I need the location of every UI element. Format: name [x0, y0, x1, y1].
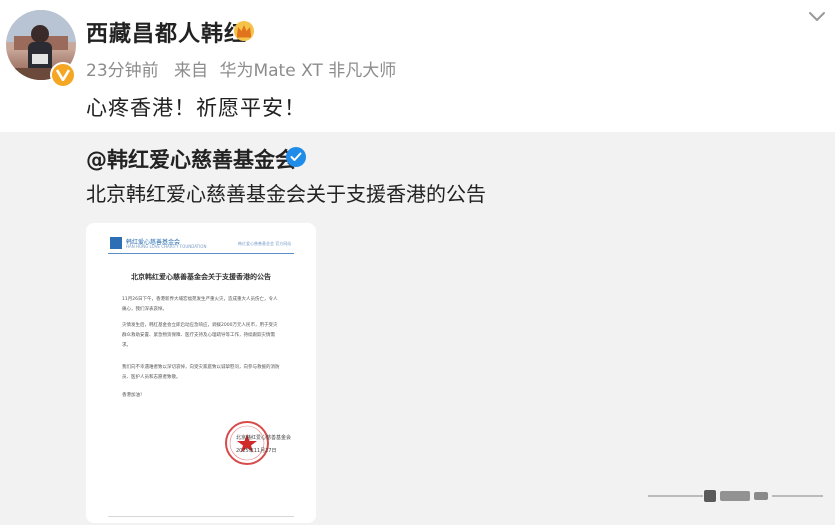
repost-text: 北京韩红爱心慈善基金会关于支援香港的公告: [86, 182, 486, 206]
announcement-image[interactable]: 韩红爱心慈善基金会 HAN HONG LOVE CHARITY FOUNDATI…: [86, 223, 316, 523]
foundation-logo-icon: [110, 237, 122, 249]
doc-footer-divider: [108, 516, 294, 517]
verified-badge-icon: [50, 62, 76, 88]
doc-paragraph-3: 我们向不幸遇难者致以深切哀悼，向受灾家庭致以诚挚慰问，向参与救援的消防员、医护人…: [122, 365, 280, 380]
doc-title: 北京韩红爱心慈善基金会关于支援香港的公告: [131, 273, 271, 281]
repost-author[interactable]: @韩红爱心慈善基金会: [86, 144, 296, 174]
doc-paragraph-1: 11月26日下午，香港新界大埔宏福苑发生严重火灾，造成重大人员伤亡，令人痛心，我…: [122, 297, 278, 312]
doc-header-divider: [108, 253, 294, 254]
post-text: 心疼香港！祈愿平安！: [86, 96, 306, 120]
doc-header-right: 韩红爱心慈善基金会 官方网站: [238, 241, 292, 246]
username[interactable]: 西藏昌都人韩红: [86, 16, 247, 48]
post-header: 西藏昌都人韩红 23分钟前 来自 华为Mate XT 非凡大师 心疼香港！祈愿平…: [0, 0, 835, 132]
doc-signature: 北京韩红爱心慈善基金会: [236, 435, 292, 441]
doc-date: 2025年11月27日: [236, 448, 277, 454]
doc-paragraph-4: 香港加油！: [122, 393, 145, 398]
chevron-down-icon[interactable]: [806, 8, 828, 26]
repost-card[interactable]: @韩红爱心慈善基金会 北京韩红爱心慈善基金会关于支援香港的公告 韩红爱心慈善基金…: [0, 132, 835, 525]
watermark-graphic: [648, 490, 823, 502]
post-time: 23分钟前: [86, 61, 159, 81]
device-source[interactable]: 华为Mate XT 非凡大师: [219, 61, 396, 81]
crown-icon[interactable]: [232, 20, 256, 42]
blue-verified-icon: [286, 147, 306, 167]
doc-paragraph-2: 灾情发生后，韩红基金会立即启动应急响应，调拨2000万元人民币，用于受灾群众救助…: [122, 323, 278, 348]
source-prefix: 来自: [174, 61, 209, 81]
post-meta: 23分钟前 来自 华为Mate XT 非凡大师: [86, 56, 406, 81]
doc-org-name-en: HAN HONG LOVE CHARITY FOUNDATION: [126, 244, 207, 249]
official-seal-icon: [225, 421, 269, 465]
